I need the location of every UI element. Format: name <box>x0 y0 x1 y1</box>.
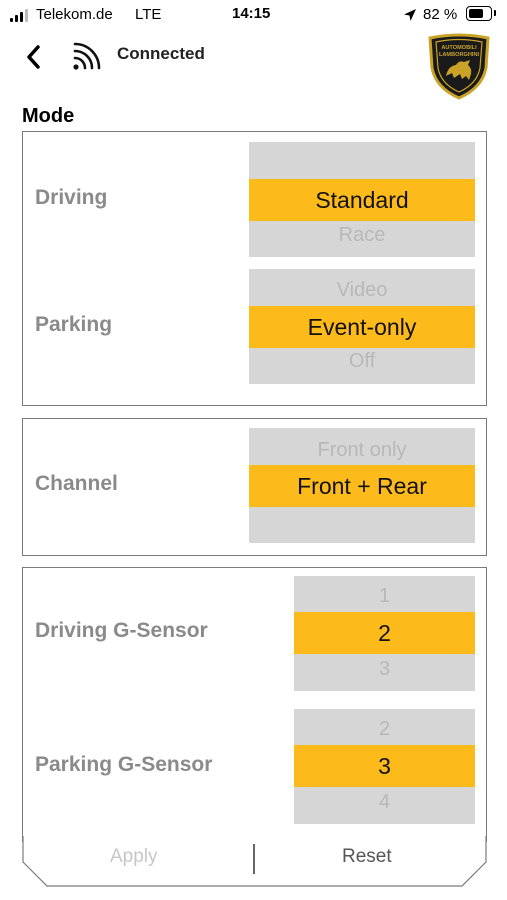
svg-text:LAMBORGHINI: LAMBORGHINI <box>439 52 480 58</box>
parking-mode-selected: Event-only <box>249 306 475 348</box>
status-time: 14:15 <box>232 5 271 22</box>
network-type: LTE <box>135 6 162 23</box>
back-chevron-icon[interactable] <box>22 42 46 72</box>
reset-button[interactable]: Reset <box>342 846 392 868</box>
driving-g-sensor-picker[interactable]: 1 2 3 <box>294 576 475 691</box>
driving-mode-picker[interactable]: Standard Race <box>249 142 475 257</box>
driving-g-sensor-label: Driving G-Sensor <box>35 619 208 642</box>
driving-mode-next-option: Race <box>338 224 386 246</box>
driving-g-sensor-selected: 2 <box>294 612 475 654</box>
svg-text:AUTOMOBILI: AUTOMOBILI <box>441 45 477 51</box>
channel-picker[interactable]: Front only Front + Rear <box>249 428 475 543</box>
parking-mode-label: Parking <box>35 313 113 336</box>
carrier-name: Telekom.de <box>36 6 113 23</box>
lamborghini-logo: AUTOMOBILI LAMBORGHINI <box>428 33 490 100</box>
battery-cap <box>494 10 496 16</box>
parking-g-sensor-picker[interactable]: 2 3 4 <box>294 709 475 824</box>
battery-percent: 82 % <box>423 6 458 23</box>
parking-g-sensor-selected: 3 <box>294 745 475 787</box>
parking-mode-prev-option: Video <box>336 279 388 301</box>
battery-icon <box>466 6 492 21</box>
action-divider <box>253 844 255 874</box>
driving-mode-label: Driving <box>35 186 108 209</box>
channel-label: Channel <box>35 472 118 495</box>
parking-mode-next-option: Off <box>348 350 376 372</box>
action-bar: Apply Reset <box>22 834 487 890</box>
driving-g-sensor-prev-option: 1 <box>378 585 391 607</box>
signal-icon <box>10 9 28 22</box>
driving-g-sensor-next-option: 3 <box>378 658 391 680</box>
parking-mode-picker[interactable]: Video Event-only Off <box>249 269 475 384</box>
location-arrow-icon <box>404 9 416 21</box>
channel-prev-option: Front only <box>317 439 407 461</box>
parking-g-sensor-label: Parking G-Sensor <box>35 753 213 776</box>
driving-mode-selected: Standard <box>249 179 475 221</box>
mode-section-title: Mode <box>22 105 75 127</box>
battery-level <box>469 9 483 18</box>
channel-selected: Front + Rear <box>249 465 475 507</box>
wifi-signal-icon <box>73 42 101 70</box>
apply-button[interactable]: Apply <box>110 846 158 868</box>
status-bar: Telekom.de LTE 14:15 82 % <box>0 0 507 30</box>
parking-g-sensor-next-option: 4 <box>378 791 391 813</box>
connection-status: Connected <box>117 44 205 63</box>
parking-g-sensor-prev-option: 2 <box>378 718 391 740</box>
